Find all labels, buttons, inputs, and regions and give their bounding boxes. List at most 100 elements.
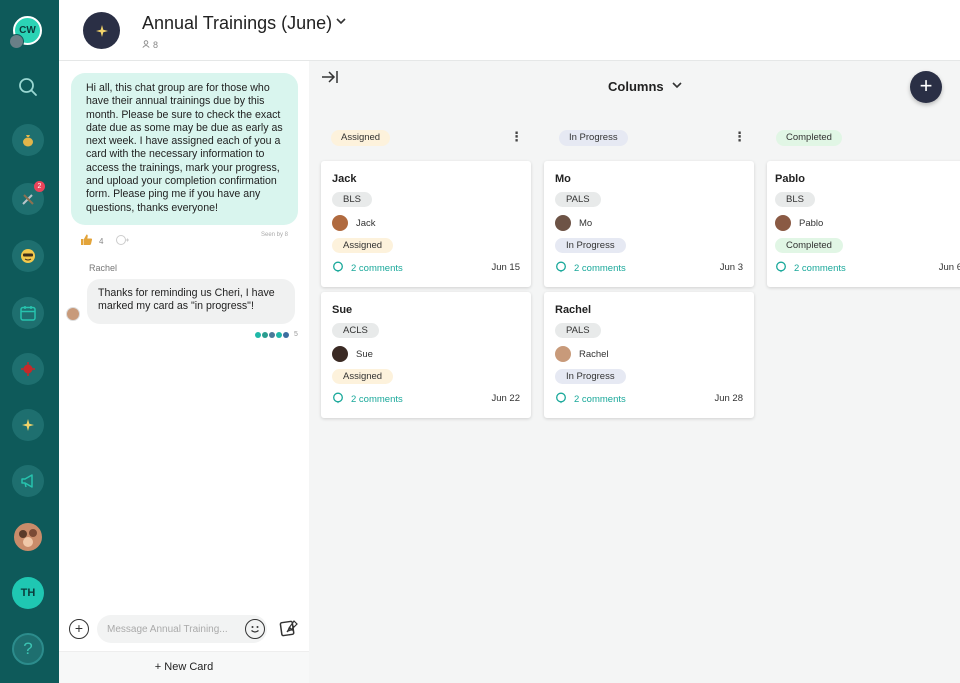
card-pablo[interactable]: Pablo BLS Pablo Completed 2 comments Jun…: [767, 161, 960, 287]
assignee-name: Rachel: [579, 348, 609, 360]
column-header-completed[interactable]: Completed: [776, 130, 842, 146]
view-selector[interactable]: Columns: [608, 79, 664, 94]
card-assignee: Rachel: [555, 346, 609, 362]
sparkles-icon[interactable]: [12, 409, 44, 441]
megaphone-icon[interactable]: [12, 465, 44, 497]
sender-avatar[interactable]: [66, 307, 80, 321]
comment-icon: [555, 392, 567, 407]
card-title: Pablo: [775, 173, 805, 185]
notification-badge: 2: [34, 181, 45, 192]
status-badge: Assigned: [332, 238, 394, 253]
cert-tag: ACLS: [332, 323, 379, 338]
emoji-icon[interactable]: [245, 619, 265, 639]
card-jack[interactable]: Jack BLS Jack Assigned 2 comments Jun 15: [321, 161, 531, 287]
money-bag-icon[interactable]: [12, 124, 44, 156]
new-card-button[interactable]: + New Card: [59, 651, 309, 683]
help-icon[interactable]: ?: [12, 633, 44, 665]
virus-icon[interactable]: [12, 353, 44, 385]
chat-message[interactable]: Hi all, this chat group are for those wh…: [71, 73, 298, 225]
assignee-name: Sue: [356, 348, 373, 360]
th-avatar[interactable]: TH: [12, 577, 44, 609]
attach-plus-icon[interactable]: +: [69, 619, 89, 639]
comment-icon: [332, 392, 344, 407]
card-title: Mo: [555, 173, 571, 185]
board-panel: Columns + Assigned ⋮ Jack BLS Jack Assig…: [309, 61, 960, 683]
chat-header: Annual Trainings (June) 8: [59, 0, 960, 61]
read-avatar: [262, 331, 268, 338]
read-count: 5: [294, 331, 298, 338]
reaction-count: 4: [99, 236, 104, 246]
assignee-avatar: [775, 215, 791, 231]
message-composer: +: [59, 611, 309, 651]
card-rachel[interactable]: Rachel PALS Rachel In Progress 2 comment…: [544, 292, 754, 418]
column-header-in-progress[interactable]: In Progress: [559, 130, 628, 146]
assignee-avatar: [332, 215, 348, 231]
calendar-icon[interactable]: [12, 297, 44, 329]
card-assignee: Mo: [555, 215, 592, 231]
status-badge: Assigned: [332, 369, 394, 384]
card-assignee: Pablo: [775, 215, 823, 231]
emoji-face-icon[interactable]: [12, 240, 44, 272]
due-date: Jun 15: [491, 262, 520, 273]
comments-label: 2 comments: [794, 263, 846, 274]
column-header-assigned[interactable]: Assigned: [331, 130, 391, 146]
cert-tag: PALS: [555, 323, 601, 338]
comments-label: 2 comments: [574, 394, 626, 405]
add-reaction-icon[interactable]: [115, 234, 130, 249]
assignee-avatar: [555, 215, 571, 231]
group-photo-avatar[interactable]: [12, 521, 44, 553]
card-comments[interactable]: 2 comments: [775, 261, 846, 276]
thumbs-up-icon[interactable]: [80, 233, 93, 249]
card-title: Rachel: [555, 304, 592, 316]
chat-reply-message[interactable]: Thanks for reminding us Cheri, I have ma…: [87, 279, 295, 324]
person-icon: [142, 40, 150, 48]
due-date: Jun 3: [719, 262, 743, 273]
more-vertical-icon[interactable]: ⋮: [955, 129, 960, 145]
chat-panel: Hi all, this chat group are for those wh…: [59, 61, 309, 683]
assignee-name: Pablo: [799, 217, 824, 229]
assignee-avatar: [555, 346, 571, 362]
card-comments[interactable]: 2 comments: [555, 261, 626, 276]
assignee-name: Mo: [579, 217, 593, 229]
cert-tag: BLS: [332, 192, 372, 207]
card-mo[interactable]: Mo PALS Mo In Progress 2 comments Jun 3: [544, 161, 754, 287]
status-badge: In Progress: [555, 238, 626, 253]
add-button[interactable]: +: [910, 71, 942, 103]
comment-icon: [555, 261, 567, 276]
collapse-panel-icon[interactable]: [321, 70, 339, 87]
chevron-down-icon[interactable]: [335, 14, 347, 30]
comments-label: 2 comments: [351, 394, 403, 405]
due-date: Jun 6: [938, 262, 960, 273]
cert-tag: PALS: [555, 192, 601, 207]
more-vertical-icon[interactable]: ⋮: [733, 129, 746, 145]
comment-icon: [332, 261, 344, 276]
member-count[interactable]: 8: [142, 40, 158, 50]
assignee-name: Jack: [356, 217, 376, 229]
card-sue[interactable]: Sue ACLS Sue Assigned 2 comments Jun 22: [321, 292, 531, 418]
search-icon[interactable]: [12, 71, 44, 103]
page-title[interactable]: Annual Trainings (June): [142, 13, 332, 34]
read-avatar: [283, 331, 289, 338]
left-rail: CW 2 TH ?: [0, 0, 59, 683]
comments-label: 2 comments: [351, 263, 403, 274]
card-comments[interactable]: 2 comments: [332, 392, 403, 407]
group-sparkles-icon[interactable]: [83, 12, 120, 49]
card-comments[interactable]: 2 comments: [555, 392, 626, 407]
card-sticker-icon[interactable]: [279, 618, 299, 642]
message-input[interactable]: [97, 615, 267, 643]
cert-tag: BLS: [775, 192, 815, 207]
message-reactions: 4: [80, 233, 130, 249]
due-date: Jun 22: [491, 393, 520, 404]
status-avatar-icon: [9, 34, 24, 49]
card-assignee: Sue: [332, 346, 373, 362]
read-receipts[interactable]: 5: [255, 331, 298, 338]
chevron-down-icon[interactable]: [671, 79, 683, 94]
status-badge: Completed: [775, 238, 843, 253]
message-sender: Rachel: [89, 263, 118, 273]
read-avatar: [255, 331, 261, 338]
status-badge: In Progress: [555, 369, 626, 384]
comment-icon: [775, 261, 787, 276]
more-vertical-icon[interactable]: ⋮: [510, 129, 523, 145]
card-comments[interactable]: 2 comments: [332, 261, 403, 276]
card-title: Sue: [332, 304, 353, 316]
